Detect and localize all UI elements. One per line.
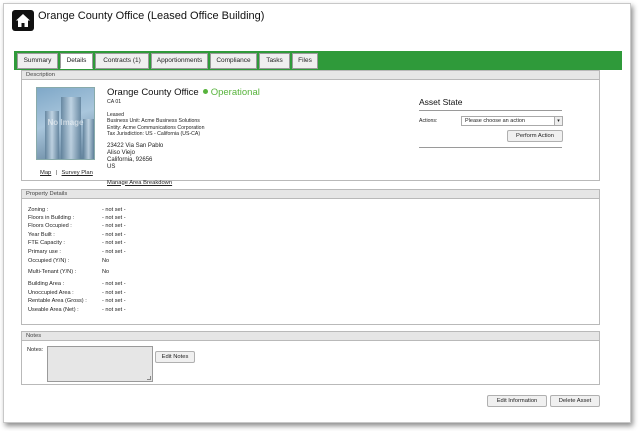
property-value: - not set - <box>102 207 126 213</box>
property-row: Rentable Area (Gross) : - not set - <box>28 298 126 304</box>
tab-tasks[interactable]: Tasks <box>259 53 290 69</box>
property-value: - not set - <box>102 240 126 246</box>
address-city: Aliso Viejo <box>107 149 135 156</box>
property-label: Unoccupied Area : <box>28 290 74 296</box>
notes-label: Notes: <box>27 347 44 353</box>
action-select[interactable]: Please choose an action ▾ <box>461 116 563 126</box>
resize-handle-icon[interactable] <box>147 376 151 380</box>
property-row: Multi-Tenant (Y/N) : No <box>28 269 109 275</box>
tab-bar: Summary Details Contracts (1) Apportionm… <box>14 51 622 70</box>
property-label: Primary use : <box>28 249 61 255</box>
office-heading: Orange County Office Operational <box>107 87 260 98</box>
notes-panel: Notes Notes: Edit Notes <box>21 331 600 385</box>
property-row: Floors Occupied : - not set - <box>28 223 126 229</box>
tab-compliance[interactable]: Compliance <box>210 53 257 69</box>
address-country: US <box>107 163 116 170</box>
perform-action-button[interactable]: Perform Action <box>507 130 563 142</box>
property-row: Useable Area (Net) : - not set - <box>28 307 126 313</box>
property-row: Zoning : - not set - <box>28 207 126 213</box>
office-name: Orange County Office <box>107 87 199 98</box>
asset-state-title: Asset State <box>419 97 463 107</box>
property-label: Year Built : <box>28 232 55 238</box>
property-value: - not set - <box>102 281 126 287</box>
actions-label: Actions: <box>419 118 438 124</box>
status-text: Operational <box>210 87 260 98</box>
action-select-value: Please choose an action <box>465 118 525 124</box>
property-value: - not set - <box>102 249 126 255</box>
edit-notes-button[interactable]: Edit Notes <box>155 351 195 363</box>
delete-asset-button[interactable]: Delete Asset <box>550 395 600 407</box>
property-label: FTE Capacity : <box>28 240 65 246</box>
office-code: CA 01 <box>107 99 122 105</box>
property-value: - not set - <box>102 215 126 221</box>
address-line: 23422 Via San Pablo <box>107 142 164 149</box>
edit-information-button[interactable]: Edit Information <box>487 395 547 407</box>
property-label: Floors Occupied : <box>28 223 72 229</box>
property-value: No <box>102 258 110 264</box>
tab-contracts[interactable]: Contracts (1) <box>95 53 149 69</box>
property-value: - not set - <box>102 298 126 304</box>
property-row: Unoccupied Area : - not set - <box>28 290 126 296</box>
property-value: - not set - <box>102 290 126 296</box>
page-title: Orange County Office (Leased Office Buil… <box>38 10 265 22</box>
description-panel: Description No Image Map | Survey Plan O… <box>21 70 600 186</box>
notes-header: Notes <box>22 332 599 341</box>
property-row: Occupied (Y/N) : No <box>28 258 109 264</box>
survey-plan-link[interactable]: Survey Plan <box>62 170 93 176</box>
notes-textarea[interactable] <box>47 346 153 382</box>
no-image-text: No Image <box>47 118 84 127</box>
tax-jurisdiction: Tax Jurisdiction: US - California (US-CA… <box>107 131 201 137</box>
map-link[interactable]: Map <box>40 170 51 176</box>
asset-state-bottom-divider <box>419 147 562 148</box>
tab-apportionments[interactable]: Apportionments <box>151 53 208 69</box>
tab-files[interactable]: Files <box>292 53 318 69</box>
property-value: - not set - <box>102 223 126 229</box>
property-value: - not set - <box>102 232 126 238</box>
property-value: No <box>102 269 110 275</box>
property-label: Useable Area (Net) : <box>28 307 79 313</box>
property-photo: No Image <box>36 87 95 160</box>
property-label: Zoning : <box>28 207 49 213</box>
property-label: Rentable Area (Gross) : <box>28 298 87 304</box>
app-window: Orange County Office (Leased Office Buil… <box>3 3 631 423</box>
property-label: Building Area : <box>28 281 65 287</box>
tab-details[interactable]: Details <box>60 53 93 69</box>
tab-summary[interactable]: Summary <box>17 53 58 69</box>
manage-area-link[interactable]: Manage Area Breakdown <box>107 180 172 186</box>
status-dot-icon <box>202 89 208 95</box>
property-value: - not set - <box>102 307 126 313</box>
address-state: California, 92656 <box>107 156 153 163</box>
property-label: Floors in Building : <box>28 215 75 221</box>
property-row: Floors in Building : - not set - <box>28 215 126 221</box>
property-details-header: Property Details <box>22 190 599 199</box>
business-unit: Business Unit: Acme Business Solutions <box>107 118 200 124</box>
photo-links: Map | Survey Plan <box>40 161 93 179</box>
asset-state-panel: Asset State Actions: Please choose an ac… <box>419 97 563 148</box>
office-details: CA 01 Leased Business Unit: Acme Busines… <box>107 99 204 189</box>
description-header: Description <box>22 71 599 80</box>
property-row: FTE Capacity : - not set - <box>28 240 126 246</box>
property-row: Year Built : - not set - <box>28 232 126 238</box>
chevron-down-icon: ▾ <box>554 117 562 125</box>
link-separator: | <box>55 170 58 176</box>
property-row: Building Area : - not set - <box>28 281 126 287</box>
asset-state-divider <box>419 110 562 111</box>
property-label: Occupied (Y/N) : <box>28 258 70 264</box>
property-row: Primary use : - not set - <box>28 249 126 255</box>
property-details-panel: Property Details Zoning : - not set - Flo… <box>21 189 600 325</box>
home-icon[interactable] <box>12 10 34 31</box>
property-label: Multi-Tenant (Y/N) : <box>28 269 77 275</box>
